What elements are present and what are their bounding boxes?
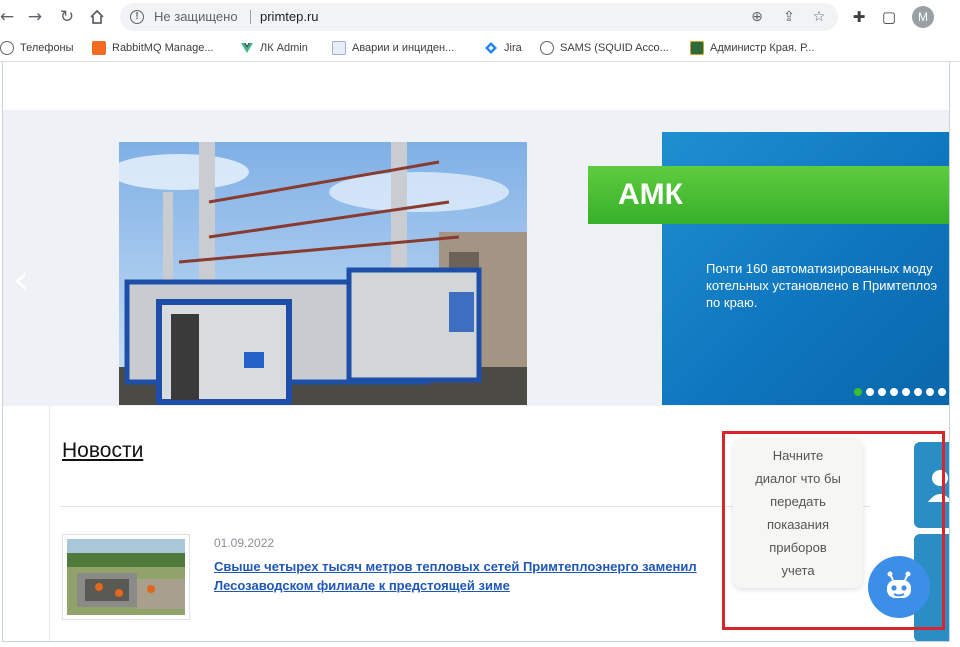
slide-photo-boiler-module [119, 142, 527, 405]
address-bar[interactable]: ! Не защищено primtep.ru ⊕ ⇪ ☆ [120, 3, 838, 31]
slider-dot[interactable] [866, 388, 874, 396]
side-panel-icon[interactable]: ▢ [878, 6, 900, 28]
back-icon[interactable]: ← [0, 6, 18, 28]
bookmark-phones[interactable]: Телефоны [0, 40, 74, 56]
bookmark-incidents[interactable]: Аварии и инциден... [332, 40, 454, 56]
slider-dot[interactable] [938, 388, 946, 396]
news-thumbnail[interactable] [62, 534, 190, 620]
bookmark-sams[interactable]: SAMS (SQUID Acco... [540, 40, 669, 56]
vue-icon [240, 41, 254, 55]
hero-slider: ‹ АМК Почти 160 автоматизированных моду … [3, 110, 949, 406]
slider-dot[interactable] [878, 388, 886, 396]
slide-title-band: АМК [588, 166, 949, 224]
slider-dot[interactable] [902, 388, 910, 396]
address-separator [250, 10, 251, 24]
browser-toolbar: ← → ↻ ! Не защищено primtep.ru ⊕ ⇪ ☆ ✚ ▢… [0, 0, 960, 34]
rabbitmq-icon [92, 41, 106, 55]
slider-dot-active[interactable] [854, 388, 862, 396]
slider-dot[interactable] [890, 388, 898, 396]
extensions-icon[interactable]: ✚ [848, 6, 870, 28]
security-status[interactable]: Не защищено [154, 9, 238, 24]
slider-dot[interactable] [926, 388, 934, 396]
emblem-icon [690, 41, 704, 55]
warning-icon[interactable]: ! [130, 10, 144, 24]
reload-icon[interactable]: ↻ [56, 6, 78, 28]
star-icon[interactable]: ☆ [810, 8, 828, 26]
slider-dot[interactable] [914, 388, 922, 396]
bookmark-jira[interactable]: Jira [484, 40, 522, 56]
share-icon[interactable]: ⇪ [780, 8, 798, 26]
globe-icon [540, 41, 554, 55]
home-icon[interactable] [86, 6, 108, 28]
url-text[interactable]: primtep.ru [260, 9, 319, 24]
profile-avatar[interactable]: M [912, 6, 934, 28]
news-heading[interactable]: Новости [62, 439, 143, 463]
globe-icon [0, 41, 14, 55]
jira-icon [484, 41, 498, 55]
bookmark-lk-admin[interactable]: ЛК Admin [240, 40, 308, 56]
bookmarks-bar: Телефоны RabbitMQ Manage... ЛК Admin Ава… [0, 34, 960, 62]
annotation-highlight-box [722, 431, 945, 630]
bookmark-administration[interactable]: Администр Края. Р... [690, 40, 815, 56]
slide-description: Почти 160 автоматизированных моду котель… [706, 261, 938, 310]
slider-prev-arrow[interactable]: ‹ [13, 260, 29, 300]
news-date: 01.09.2022 [214, 536, 275, 550]
zoom-icon[interactable]: ⊕ [748, 8, 766, 26]
forward-icon[interactable]: → [24, 6, 46, 28]
news-title-line[interactable]: Лесозаводском филиале к предстоящей зиме [214, 576, 734, 595]
slider-dots [854, 388, 949, 396]
news-title-line[interactable]: Свыше четырех тысяч метров тепловых сете… [214, 557, 734, 576]
document-icon [332, 41, 346, 55]
bookmark-rabbitmq[interactable]: RabbitMQ Manage... [92, 40, 214, 56]
slide-title: АМК [618, 178, 683, 211]
news-item-link[interactable]: Свыше четырех тысяч метров тепловых сете… [214, 557, 734, 595]
